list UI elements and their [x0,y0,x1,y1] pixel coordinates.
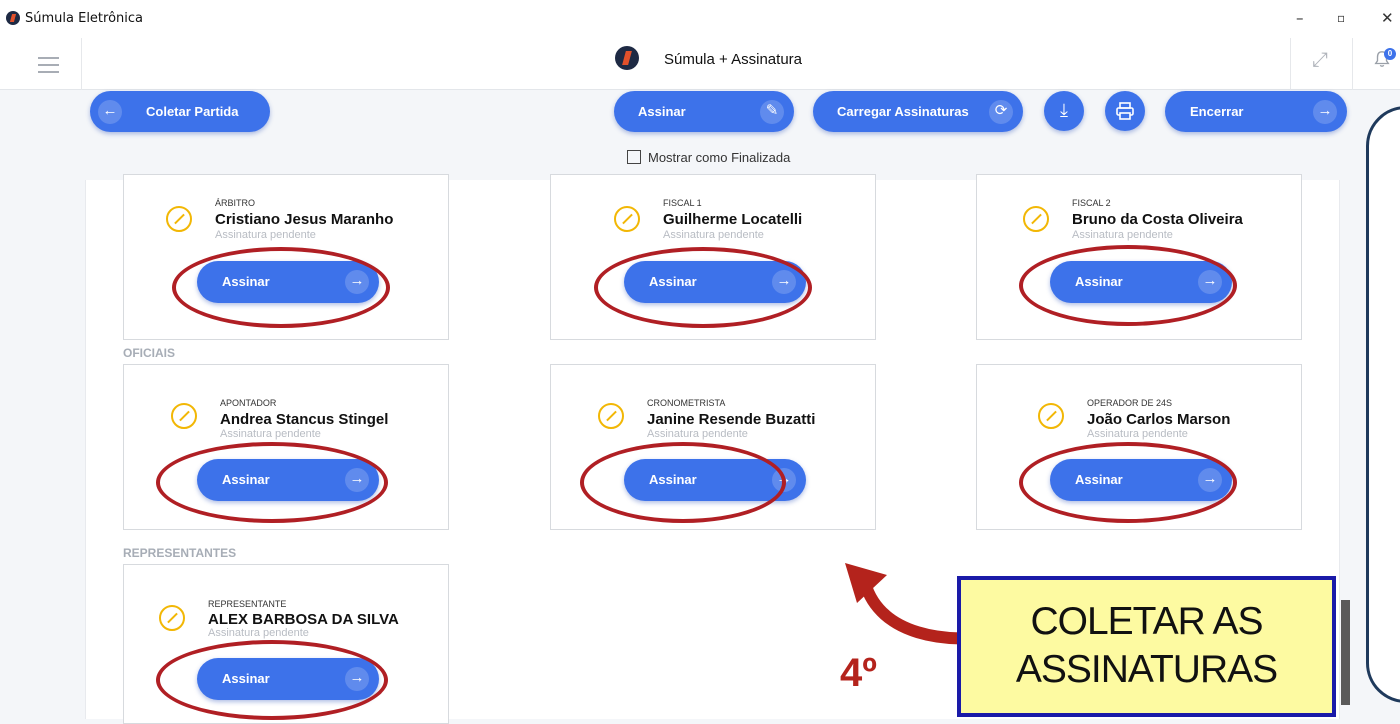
minimize-button[interactable]: – [1296,9,1304,27]
pen-icon [171,403,197,429]
app-logo-icon [6,11,20,25]
arrow-left-icon: ← [98,100,122,124]
pen-icon [614,206,640,232]
section-representantes: REPRESENTANTES [123,546,237,560]
sign-representante-button[interactable]: Assinar → [197,658,379,700]
arrow-right-icon: → [1198,270,1222,294]
sign-fiscal1-button[interactable]: Assinar → [624,261,806,303]
callout-line-1: COLETAR AS [1030,600,1263,643]
sign-arbitro-button[interactable]: Assinar → [197,261,379,303]
section-oficiais: OFICIAIS [123,346,176,360]
app-logo-icon [615,46,639,70]
maximize-button[interactable]: ▫ [1337,11,1345,25]
signature-card-fiscal1: FISCAL 1 Guilherme Locatelli Assinatura … [550,174,876,340]
pen-icon: ✎ [760,100,784,124]
pen-icon [159,605,185,631]
show-finalized-option[interactable]: Mostrar como Finalizada [627,150,790,165]
show-finalized-checkbox[interactable] [627,150,641,164]
annotation-callout: COLETAR AS ASSINATURAS [957,576,1336,717]
arrow-right-icon: → [345,270,369,294]
signature-card-fiscal2: FISCAL 2 Bruno da Costa Oliveira Assinat… [976,174,1302,340]
signature-card-arbitro: ÁRBITRO Cristiano Jesus Maranho Assinatu… [123,174,449,340]
signature-card-representante: REPRESENTANTE ALEX BARBOSA DA SILVA Assi… [123,564,449,724]
back-button[interactable]: ← Coletar Partida [90,91,270,132]
arrow-right-icon: → [345,667,369,691]
refresh-icon: ⟳ [989,100,1013,124]
printer-icon [1116,102,1134,120]
app-header: Súmula + Assinatura ⤢ 0 [0,38,1400,90]
fullscreen-icon[interactable]: ⤢ [1309,49,1331,71]
window-title: Súmula Eletrônica [25,11,144,26]
pen-icon [598,403,624,429]
pen-icon [1023,206,1049,232]
page-title: Súmula + Assinatura [664,51,802,68]
signature-card-operador24s: OPERADOR DE 24S João Carlos Marson Assin… [976,364,1302,530]
scrollbar-thumb[interactable] [1341,600,1350,705]
signature-card-apontador: APONTADOR Andrea Stancus Stingel Assinat… [123,364,449,530]
load-signatures-button[interactable]: Carregar Assinaturas ⟳ [813,91,1023,132]
print-button[interactable] [1105,91,1145,131]
arrow-right-icon: → [345,468,369,492]
window-titlebar: Súmula Eletrônica – ▫ ✕ [0,0,1400,38]
close-match-button[interactable]: Encerrar → [1165,91,1347,132]
pen-icon [166,206,192,232]
arrow-right-icon: → [1198,468,1222,492]
callout-line-2: ASSINATURAS [1015,648,1278,691]
sign-apontador-button[interactable]: Assinar → [197,459,379,501]
sign-cronometrista-button[interactable]: Assinar → [624,459,806,501]
step-number: 4º [840,651,877,695]
arrow-right-icon: → [772,270,796,294]
signature-card-cronometrista: CRONOMETRISTA Janine Resende Buzatti Ass… [550,364,876,530]
arrow-right-icon: → [772,468,796,492]
side-annotation-panel [1366,106,1400,703]
sign-operador24s-button[interactable]: Assinar → [1050,459,1232,501]
download-icon: ⤓ [1060,100,1068,120]
arrow-right-icon: → [1313,100,1337,124]
pen-icon [1038,403,1064,429]
sign-button[interactable]: Assinar ✎ [614,91,794,132]
sign-fiscal2-button[interactable]: Assinar → [1050,261,1232,303]
hamburger-menu-icon[interactable] [0,38,82,90]
close-window-button[interactable]: ✕ [1381,9,1394,27]
download-button[interactable]: ⤓ [1044,91,1084,131]
notification-badge: 0 [1384,48,1396,60]
